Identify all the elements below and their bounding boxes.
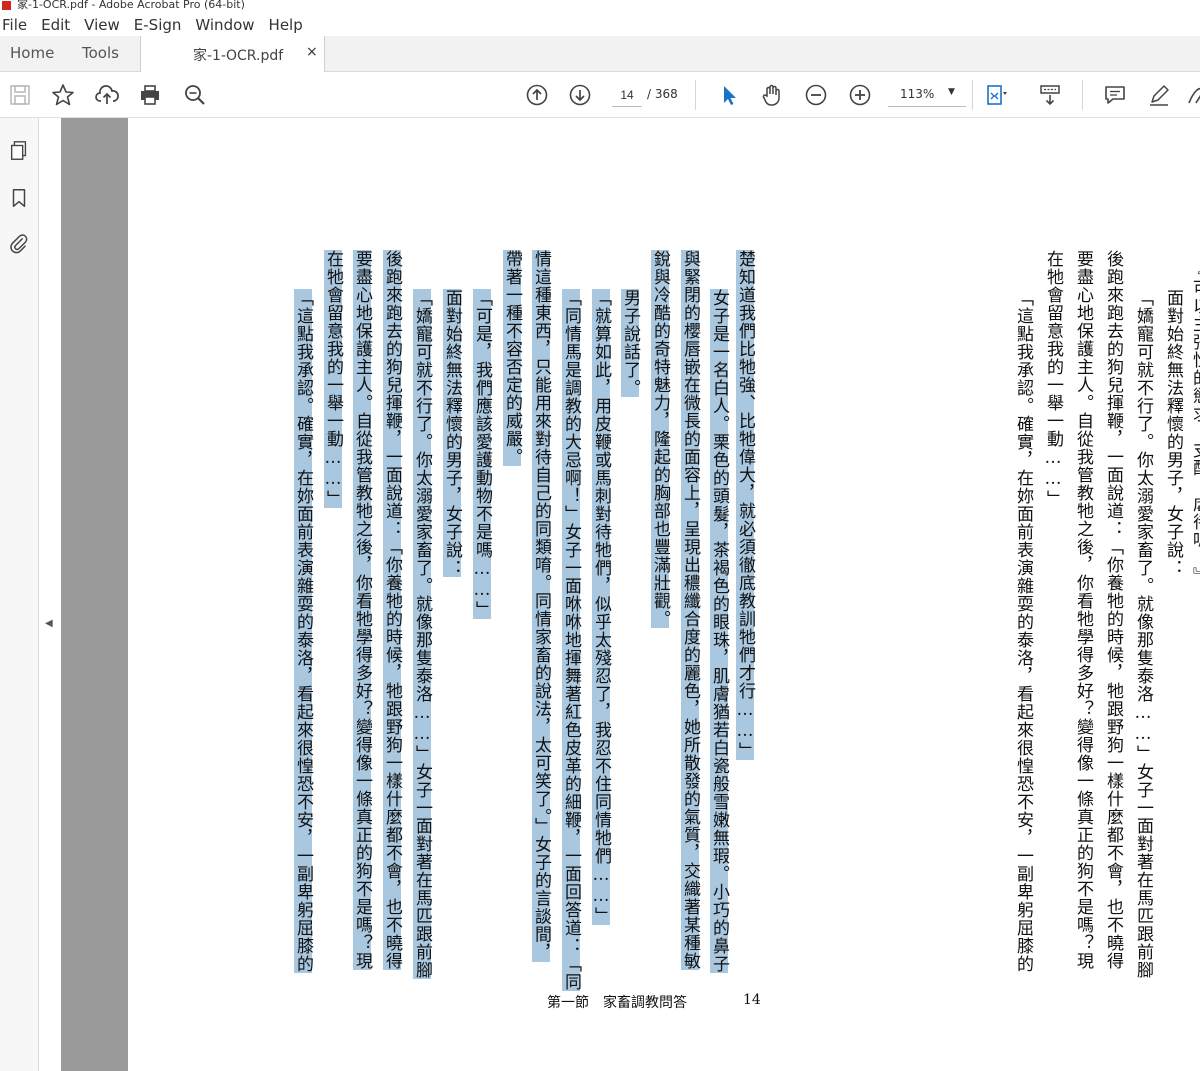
select-cursor-icon [724, 86, 736, 105]
ocr-highlighted-text-column[interactable]: 帶著一種不容否定的威嚴。 [502, 250, 522, 466]
document-tab-label: 家-1-OCR.pdf [193, 48, 284, 64]
pdf-page[interactable]: 『可以主張性的慾求、支配、虐待嗎？』 面對始終無法釋懷的男子，女子說： 「嬌寵可就不… [128, 118, 1200, 1071]
scroll-mode-button[interactable] [1036, 82, 1064, 108]
ocr-highlighted-text-column[interactable]: 「同情馬是調教的大忌啊！」女子一面咻咻地揮舞著紅色皮革的細鞭，一面回答道：「同 [561, 289, 581, 991]
toolbar-divider [695, 80, 696, 110]
text-column[interactable]: 要盡心地保護主人。自從我管教牠之後，你看牠學得多好？變得像一條真正的狗不是嗎？現 [1073, 250, 1093, 970]
zoom-in-button[interactable] [846, 82, 874, 108]
text-column[interactable]: 後跑來跑去的狗兒揮鞭，一面說道：「你養牠的時候，牠跟野狗一樣什麼都不會，也不曉得 [1103, 250, 1123, 970]
attachment-icon [10, 234, 28, 254]
text-column[interactable]: 面對始終無法釋懷的男子，女子說： [1163, 289, 1183, 577]
bookmark-icon [12, 189, 26, 207]
highlight-pen-button[interactable] [1145, 82, 1173, 108]
print-icon [141, 85, 159, 105]
menu-edit[interactable]: Edit [39, 14, 76, 36]
menu-view[interactable]: View [82, 14, 126, 36]
ocr-highlighted-text-column[interactable]: 後跑來跑去的狗兒揮鞭，一面說道：「你養牠的時候，牠跟野狗一樣什麼都不會，也不曉得 [382, 250, 402, 970]
ocr-highlighted-text-column[interactable]: 「這點我承認。確實，在妳面前表演雜耍的泰洛，看起來很惶恐不安，一副卑躬屈膝的 [293, 289, 313, 973]
page-footer-title: 第一節 家畜調教問答 [547, 995, 687, 1011]
page-footer-number: 14 [743, 992, 761, 1008]
menu-window[interactable]: Window [193, 14, 260, 36]
menu-help[interactable]: Help [267, 14, 309, 36]
sign-icon [1188, 87, 1200, 104]
save-icon [10, 85, 30, 105]
ocr-highlighted-text-column[interactable]: 要盡心地保護主人。自從我管教牠之後，你看牠學得多好？變得像一條真正的狗不是嗎？現 [352, 250, 372, 970]
left-navigation-pane [0, 118, 39, 1071]
collapse-pane-arrow-icon[interactable]: ◀ [45, 618, 53, 629]
hand-icon [762, 84, 780, 106]
text-column[interactable]: 『可以主張性的慾求、支配、虐待嗎？』 [1189, 261, 1200, 585]
ocr-highlighted-text-column[interactable]: 女子是一名白人。栗色的頭髮，茶褐色的眼珠，肌膚猶若白瓷般雪嫩無瑕。小巧的鼻子 [709, 289, 729, 973]
zoom-level-value: 113% [900, 87, 935, 101]
page-thumbnails-icon [10, 141, 27, 160]
zoom-level-dropdown[interactable]: 113% ▼ [888, 83, 966, 107]
toolbar-divider [972, 80, 973, 110]
next-page-button[interactable] [566, 82, 594, 108]
zoom-out-button[interactable] [802, 82, 830, 108]
zoom-out-icon [805, 84, 827, 106]
ocr-highlighted-text-column[interactable]: 男子說話了。 [620, 289, 640, 397]
upload-cloud-button[interactable] [93, 82, 121, 108]
close-tab-button[interactable]: × [306, 44, 318, 60]
tab-document[interactable]: 家-1-OCR.pdf × [140, 36, 325, 72]
ocr-highlighted-text-column[interactable]: 「嬌寵可就不行了。你太溺愛家畜了。就像那隻泰洛……」女子一面對著在馬匹跟前腳 [412, 289, 432, 979]
toolbar-divider [1082, 80, 1083, 110]
toolbar: / 368 113% ▼ [0, 72, 1200, 118]
tab-home[interactable]: Home [10, 44, 54, 62]
sign-button[interactable] [1184, 82, 1200, 108]
bookmark-star-button[interactable] [49, 82, 77, 108]
tab-bar: Home Tools 家-1-OCR.pdf × [0, 36, 1200, 72]
document-viewer[interactable]: ◀ 『可以主張性的慾求、支配、虐待嗎？』 面對始終無法釋懷的男子，女子說： 「嬌寵可… [39, 118, 1200, 1071]
text-column[interactable]: 在牠會留意我的一舉一動……」 [1043, 250, 1063, 508]
acrobat-app-icon [2, 1, 11, 10]
window-title: 家-1-OCR.pdf - Adobe Acrobat Pro (64-bit) [17, 0, 245, 11]
pen-icon [1150, 85, 1169, 106]
print-button[interactable] [136, 82, 164, 108]
page-gutter [61, 118, 128, 1071]
attachments-button[interactable] [6, 230, 32, 256]
menu-file[interactable]: File [0, 14, 33, 36]
comment-button[interactable] [1101, 82, 1129, 108]
scroll-mode-icon [1040, 85, 1060, 106]
text-column[interactable]: 「這點我承認。確實，在妳面前表演雜耍的泰洛，看起來很惶恐不安，一副卑躬屈膝的 [1013, 289, 1033, 973]
menu-bar: File Edit View E-Sign Window Help [0, 14, 1200, 36]
save-button[interactable] [6, 82, 34, 108]
ocr-highlighted-text-column[interactable]: 「可是，我們應該愛護動物不是嗎……」 [472, 289, 492, 619]
select-tool-button[interactable] [715, 82, 743, 108]
page-total: / 368 [647, 87, 678, 101]
title-bar: 家-1-OCR.pdf - Adobe Acrobat Pro (64-bit) [0, 0, 1200, 12]
comment-icon [1105, 86, 1125, 104]
zoom-search-icon [185, 85, 205, 105]
previous-page-button[interactable] [523, 82, 551, 108]
page-thumbnails-button[interactable] [6, 138, 32, 164]
text-column[interactable]: 「嬌寵可就不行了。你太溺愛家畜了。就像那隻泰洛……」女子一面對著在馬匹跟前腳 [1133, 289, 1153, 979]
acrobat-window: 家-1-OCR.pdf - Adobe Acrobat Pro (64-bit)… [0, 0, 1200, 1071]
ocr-highlighted-text-column[interactable]: 楚知道我們比牠強、比牠偉大，就必須徹底教訓牠們才行……」 [735, 250, 755, 760]
upload-icon [95, 85, 119, 104]
ocr-highlighted-text-column[interactable]: 面對始終無法釋懷的男子，女子說： [442, 289, 462, 577]
ocr-highlighted-text-column[interactable]: 情這種東西，只能用來對待自己的同類唷。同情家畜的說法，太可笑了。」女子的言談間， [531, 250, 551, 962]
fit-page-icon [987, 85, 1007, 105]
chevron-down-icon: ▼ [948, 87, 955, 97]
page-number-input[interactable] [612, 83, 642, 107]
ocr-highlighted-text-column[interactable]: 銳與冷酷的奇特魅力，隆起的胸部也豐滿壯觀。 [650, 250, 670, 628]
star-icon [52, 84, 74, 106]
search-zoom-button[interactable] [181, 82, 209, 108]
page-down-icon [569, 84, 591, 106]
ocr-highlighted-text-column[interactable]: 與緊閉的櫻唇嵌在微長的面容上，呈現出穠纖合度的麗色，她所散發的氣質，交織著某種敏 [680, 250, 700, 970]
fit-page-button[interactable] [982, 82, 1010, 108]
menu-esign[interactable]: E-Sign [132, 14, 188, 36]
bookmarks-button[interactable] [6, 185, 32, 211]
ocr-highlighted-text-column[interactable]: 在牠會留意我的一舉一動……」 [323, 250, 343, 508]
page-up-icon [526, 84, 548, 106]
tab-tools[interactable]: Tools [82, 44, 119, 62]
hand-tool-button[interactable] [758, 82, 786, 108]
ocr-highlighted-text-column[interactable]: 「就算如此，用皮鞭或馬刺對待牠們，似乎太殘忍了，我忍不住同情牠們……」 [591, 289, 611, 925]
zoom-in-icon [849, 84, 871, 106]
